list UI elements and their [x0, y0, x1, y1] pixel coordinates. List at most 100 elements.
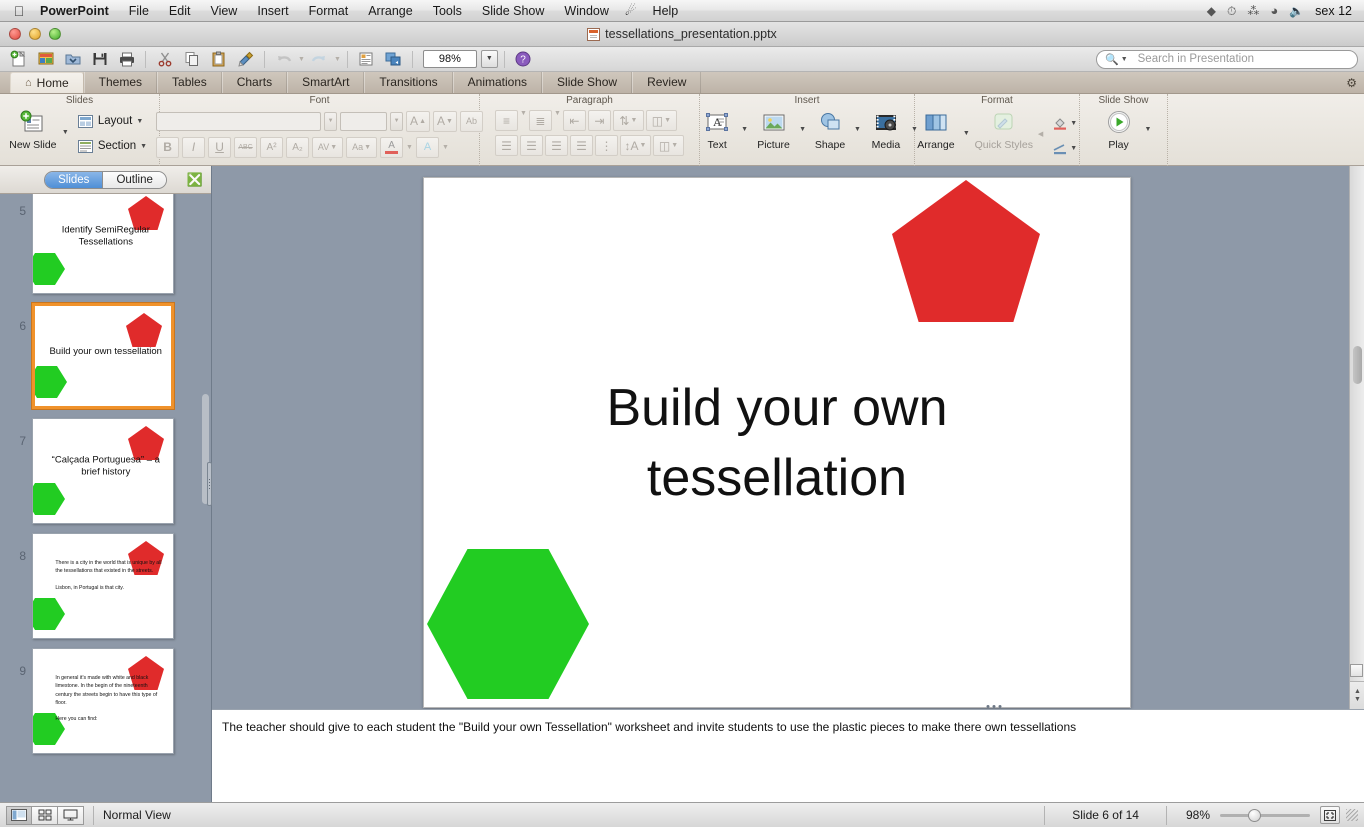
fit-to-window-button[interactable]	[1320, 806, 1340, 824]
dropbox-icon[interactable]: ◆	[1207, 0, 1216, 22]
scroll-up-icon[interactable]: ▲	[1354, 688, 1361, 696]
font-name-input[interactable]	[156, 112, 321, 131]
menu-file[interactable]: File	[119, 0, 159, 22]
font-size-dropdown-icon[interactable]: ▼	[390, 112, 403, 131]
thumbnail-slide-8[interactable]: There is a city in the world that is uni…	[32, 533, 174, 639]
section-button[interactable]: Section ▼	[72, 135, 152, 157]
thumbnail-item[interactable]: 6 Build your own tessellation	[0, 303, 211, 418]
new-slide-mini-button[interactable]	[1350, 664, 1363, 677]
menu-help[interactable]: Help	[643, 0, 689, 22]
scrollbar-thumb[interactable]	[1353, 346, 1362, 384]
tab-tables[interactable]: Tables	[157, 72, 222, 93]
zoom-slider-knob[interactable]	[1248, 809, 1261, 822]
thumbnail-item[interactable]: 8 There is a city in the world that is u…	[0, 533, 211, 648]
shape-line-button[interactable]: ▼	[1046, 137, 1082, 159]
zoom-window-button[interactable]	[49, 28, 61, 40]
apple-logo-icon[interactable]: 	[8, 4, 30, 18]
time-machine-icon[interactable]: ⏱	[1227, 0, 1236, 22]
thumbnail-slide-7[interactable]: “Calçada Portuguesa” – a brief history	[32, 418, 174, 524]
menu-arrange[interactable]: Arrange	[358, 0, 422, 22]
help-button[interactable]: ?	[511, 48, 536, 70]
media-browser-button[interactable]	[381, 48, 406, 70]
thumbnail-item[interactable]: 5 Identify SemiRegular Tessellations	[0, 194, 211, 303]
bluetooth-icon[interactable]: ⁂	[1247, 0, 1259, 22]
insert-media-button[interactable]: Media	[864, 108, 908, 151]
tab-slides[interactable]: Slides	[45, 172, 102, 188]
thumbnail-slide-5[interactable]: Identify SemiRegular Tessellations	[32, 194, 174, 294]
menu-insert[interactable]: Insert	[247, 0, 298, 22]
tab-review[interactable]: Review	[632, 72, 701, 93]
volume-icon[interactable]: 🔈	[1289, 0, 1304, 22]
thumbnail-list[interactable]: 5 Identify SemiRegular Tessellations 6	[0, 194, 211, 802]
presenter-view-button[interactable]	[58, 806, 84, 825]
close-window-button[interactable]	[9, 28, 21, 40]
scroll-down-icon[interactable]: ▼	[1354, 696, 1361, 704]
open-button[interactable]	[60, 48, 85, 70]
insert-text-dropdown-icon[interactable]: ▼	[741, 126, 748, 133]
tab-transitions[interactable]: Transitions	[364, 72, 452, 93]
paste-button[interactable]	[206, 48, 231, 70]
new-document-button[interactable]	[6, 48, 31, 70]
print-button[interactable]	[114, 48, 139, 70]
menu-edit[interactable]: Edit	[159, 0, 201, 22]
new-slide-button[interactable]	[33, 48, 58, 70]
notes-text[interactable]: The teacher should give to each student …	[212, 710, 1364, 735]
play-dropdown-icon[interactable]: ▼	[1145, 126, 1152, 133]
notes-pane[interactable]: The teacher should give to each student …	[212, 709, 1364, 802]
current-slide[interactable]: Build your own tessellation	[423, 177, 1131, 708]
section-dropdown-icon[interactable]: ▼	[140, 143, 147, 150]
notes-button[interactable]	[354, 48, 379, 70]
normal-view-button[interactable]	[6, 806, 32, 825]
tab-animations[interactable]: Animations	[453, 72, 542, 93]
toolbar-zoom-value[interactable]: 98%	[423, 50, 477, 68]
tab-home[interactable]: ⌂ Home	[10, 72, 84, 93]
tab-slide-show[interactable]: Slide Show	[542, 72, 632, 93]
window-resize-grip[interactable]	[1346, 809, 1358, 821]
font-size-input[interactable]	[340, 112, 387, 131]
thumbnail-item[interactable]: 7 “Calçada Portuguesa” – a brief history	[0, 418, 211, 533]
new-slide-dropdown-icon[interactable]: ▼	[62, 129, 69, 136]
layout-button[interactable]: Layout ▼	[72, 110, 152, 132]
arrange-dropdown-icon[interactable]: ▼	[963, 130, 970, 137]
hexagon-shape[interactable]	[427, 549, 589, 699]
search-input[interactable]: 🔍 ▼ Search in Presentation	[1096, 50, 1358, 69]
menu-format[interactable]: Format	[299, 0, 359, 22]
menu-window[interactable]: Window	[554, 0, 618, 22]
arrange-button[interactable]: Arrange	[912, 108, 960, 151]
wifi-icon[interactable]: ◕	[1270, 0, 1278, 22]
save-button[interactable]	[87, 48, 112, 70]
tab-themes[interactable]: Themes	[84, 72, 157, 93]
play-button[interactable]: Play	[1096, 108, 1142, 151]
close-pane-icon[interactable]: ❎	[187, 173, 203, 186]
canvas-vertical-scrollbar[interactable]: ▲ ▼	[1349, 166, 1364, 709]
scroll-buttons[interactable]: ▲ ▼	[1350, 681, 1364, 709]
menu-tools[interactable]: Tools	[423, 0, 472, 22]
tab-charts[interactable]: Charts	[222, 72, 287, 93]
tab-outline[interactable]: Outline	[102, 172, 165, 188]
menu-powerpoint[interactable]: PowerPoint	[30, 0, 119, 22]
cut-button[interactable]	[152, 48, 177, 70]
font-name-dropdown-icon[interactable]: ▼	[324, 112, 337, 131]
thumbnail-slide-6[interactable]: Build your own tessellation	[32, 303, 174, 409]
shape-fill-dropdown-icon[interactable]: ▼	[1070, 120, 1077, 127]
shape-fill-button[interactable]: ▼	[1046, 112, 1082, 134]
slide-canvas[interactable]: Build your own tessellation ▲ ▼	[212, 166, 1364, 709]
zoom-slider[interactable]	[1220, 806, 1310, 824]
insert-shape-button[interactable]: Shape	[809, 108, 851, 151]
insert-picture-dropdown-icon[interactable]: ▼	[799, 126, 806, 133]
menubar-clock[interactable]: sex 12	[1315, 4, 1352, 18]
layout-dropdown-icon[interactable]: ▼	[136, 118, 143, 125]
insert-text-button[interactable]: A Text	[696, 108, 738, 151]
thumbnail-item[interactable]: 9 In general it's made with white and bl…	[0, 648, 211, 763]
slide-title-text[interactable]: Build your own tessellation	[495, 373, 1060, 513]
slide-sorter-button[interactable]	[32, 806, 58, 825]
toolbar-zoom-dropdown-icon[interactable]: ▼	[481, 50, 498, 68]
thumbnail-slide-9[interactable]: In general it's made with white and blac…	[32, 648, 174, 754]
insert-picture-button[interactable]: Picture	[751, 108, 796, 151]
notes-splitter-handle[interactable]	[987, 705, 1002, 708]
ribbon-options-gear-icon[interactable]: ⚙	[1346, 76, 1357, 90]
minimize-window-button[interactable]	[29, 28, 41, 40]
copy-button[interactable]	[179, 48, 204, 70]
shape-line-dropdown-icon[interactable]: ▼	[1070, 145, 1077, 152]
new-slide-ribbon-button[interactable]: New Slide	[7, 108, 59, 151]
